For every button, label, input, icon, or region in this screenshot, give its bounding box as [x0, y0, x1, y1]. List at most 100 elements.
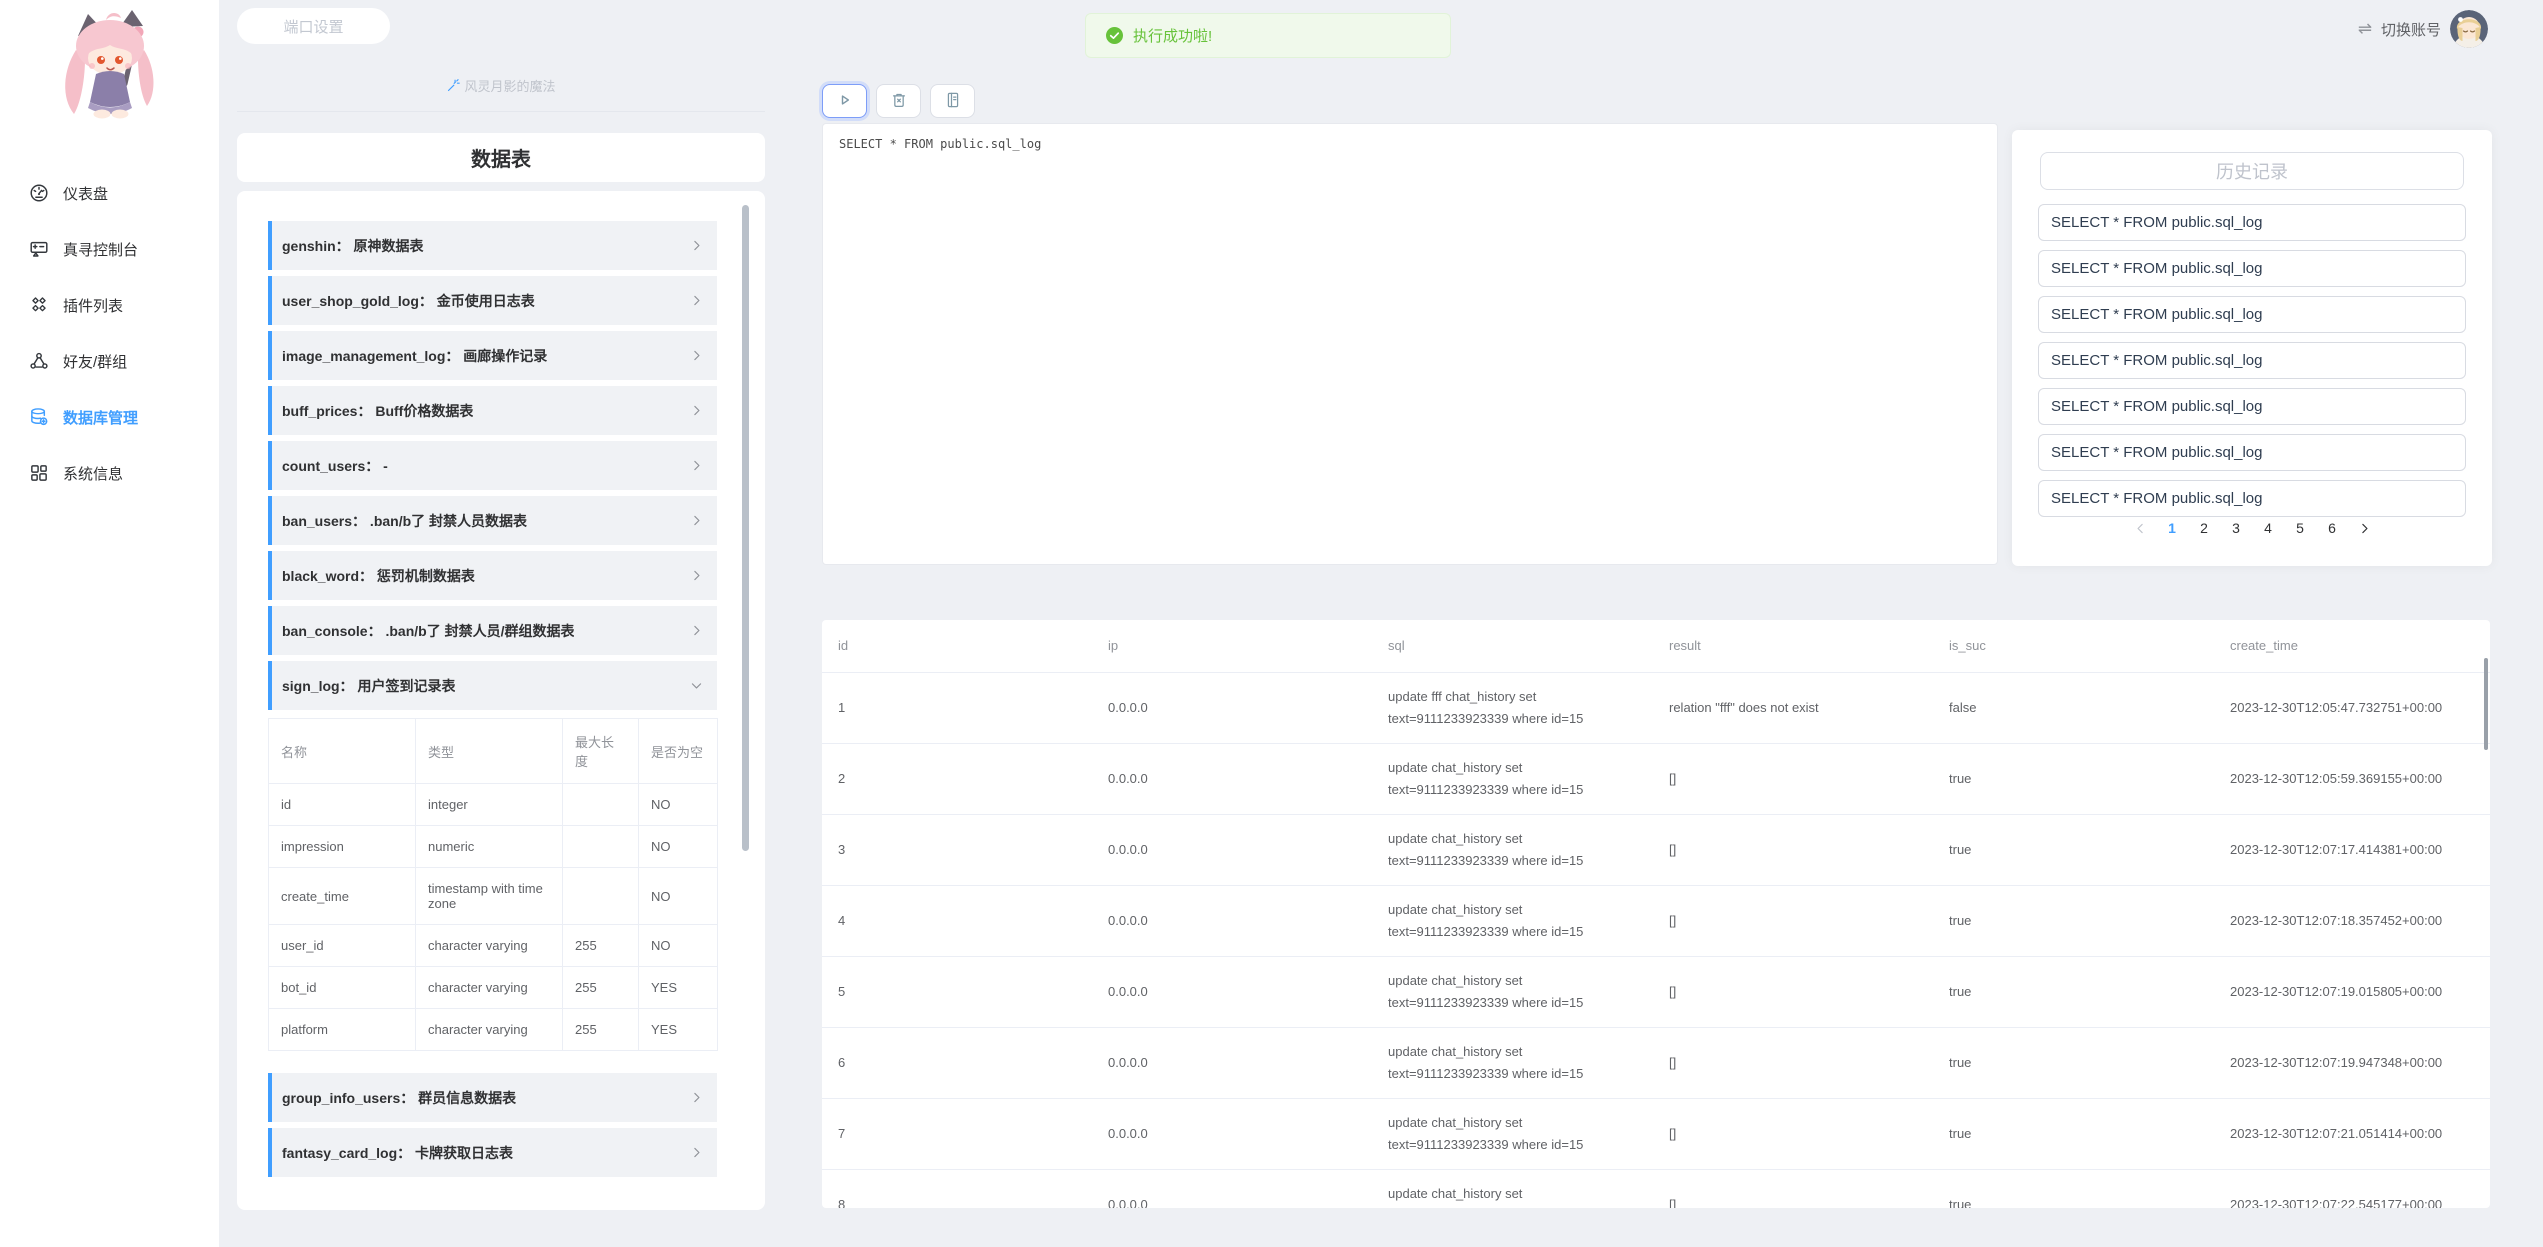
table-item[interactable]: genshin： 原神数据表 — [268, 221, 717, 270]
cell-is_suc: false — [1933, 672, 2214, 743]
friends-icon — [27, 349, 51, 373]
cell-sql: update chat_history set text=91112339233… — [1372, 743, 1653, 814]
cell-id: 7 — [822, 1098, 1092, 1169]
pagination-page-5[interactable]: 5 — [2284, 520, 2316, 536]
cell-create_time: 2023-12-30T12:07:18.357452+00:00 — [2214, 885, 2490, 956]
results-row[interactable]: 80.0.0.0update chat_history set text=911… — [822, 1169, 2490, 1208]
chevron-right-icon — [690, 1091, 703, 1104]
schema-cell — [563, 868, 639, 925]
table-item-label: user_shop_gold_log： 金币使用日志表 — [282, 291, 535, 311]
table-item[interactable]: sign_log： 用户签到记录表 — [268, 661, 717, 710]
cell-result: [] — [1653, 1169, 1933, 1208]
results-header-cell-create_time: create_time — [2214, 620, 2490, 672]
results-header-cell-sql: sql — [1372, 620, 1653, 672]
schema-header-cell: 名称 — [269, 719, 416, 784]
results-row[interactable]: 40.0.0.0update chat_history set text=911… — [822, 885, 2490, 956]
sidebar-item-system-info[interactable]: 系统信息 — [0, 445, 219, 501]
table-item[interactable]: ban_users： .ban/b了 封禁人员数据表 — [268, 496, 717, 545]
table-item[interactable]: user_shop_gold_log： 金币使用日志表 — [268, 276, 717, 325]
results-row[interactable]: 50.0.0.0update chat_history set text=911… — [822, 956, 2490, 1027]
table-item[interactable]: black_word： 惩罚机制数据表 — [268, 551, 717, 600]
divider — [237, 111, 765, 112]
history-item[interactable]: SELECT * FROM public.sql_log — [2038, 342, 2466, 379]
history-item[interactable]: SELECT * FROM public.sql_log — [2038, 434, 2466, 471]
results-row[interactable]: 60.0.0.0update chat_history set text=911… — [822, 1027, 2490, 1098]
table-item[interactable]: group_info_users： 群员信息数据表 — [268, 1073, 717, 1122]
table-item[interactable]: count_users： - — [268, 441, 717, 490]
copy-sql-button[interactable] — [930, 84, 975, 118]
table-item[interactable]: fantasy_card_log： 卡牌获取日志表 — [268, 1128, 717, 1177]
results-header-cell-is_suc: is_suc — [1933, 620, 2214, 672]
sidebar-item-plugins[interactable]: 插件列表 — [0, 277, 219, 333]
switch-account[interactable]: ⇌ 切换账号 — [2358, 9, 2488, 49]
cell-create_time: 2023-12-30T12:05:59.369155+00:00 — [2214, 743, 2490, 814]
schema-cell: numeric — [416, 826, 563, 868]
pagination-page-1[interactable]: 1 — [2156, 520, 2188, 536]
table-item-label: buff_prices： Buff价格数据表 — [282, 401, 473, 421]
results-row[interactable]: 10.0.0.0update fff chat_history set text… — [822, 672, 2490, 743]
cell-sql: update chat_history set text=91112339233… — [1372, 885, 1653, 956]
sidebar-item-dashboard[interactable]: 仪表盘 — [0, 165, 219, 221]
console-icon — [27, 237, 51, 261]
schema-header-cell: 是否为空 — [639, 719, 718, 784]
history-item[interactable]: SELECT * FROM public.sql_log — [2038, 480, 2466, 517]
pagination-page-2[interactable]: 2 — [2188, 520, 2220, 536]
cell-id: 1 — [822, 672, 1092, 743]
cell-id: 4 — [822, 885, 1092, 956]
cell-id: 6 — [822, 1027, 1092, 1098]
cell-create_time: 2023-12-30T12:07:21.051414+00:00 — [2214, 1098, 2490, 1169]
sidebar: 仪表盘真寻控制台插件列表好友/群组数据库管理系统信息 — [0, 0, 219, 1247]
pagination-next-icon[interactable] — [2348, 522, 2380, 535]
schema-header-cell: 类型 — [416, 719, 563, 784]
cell-result: [] — [1653, 1098, 1933, 1169]
results-row[interactable]: 20.0.0.0update chat_history set text=911… — [822, 743, 2490, 814]
table-item-label: black_word： 惩罚机制数据表 — [282, 566, 475, 586]
cell-sql: update chat_history set text=91112339233… — [1372, 1027, 1653, 1098]
table-item-label: ban_users： .ban/b了 封禁人员数据表 — [282, 511, 527, 531]
results-row[interactable]: 30.0.0.0update chat_history set text=911… — [822, 814, 2490, 885]
history-item[interactable]: SELECT * FROM public.sql_log — [2038, 388, 2466, 425]
table-item[interactable]: ban_console： .ban/b了 封禁人员/群组数据表 — [268, 606, 717, 655]
sidebar-item-friends-groups[interactable]: 好友/群组 — [0, 333, 219, 389]
schema-cell — [563, 784, 639, 826]
sidebar-item-console[interactable]: 真寻控制台 — [0, 221, 219, 277]
history-item[interactable]: SELECT * FROM public.sql_log — [2038, 204, 2466, 241]
cell-is_suc: true — [1933, 956, 2214, 1027]
cell-ip: 0.0.0.0 — [1092, 743, 1372, 814]
chevron-right-icon — [690, 569, 703, 582]
sidebar-menu: 仪表盘真寻控制台插件列表好友/群组数据库管理系统信息 — [0, 165, 219, 501]
cell-create_time: 2023-12-30T12:07:19.015805+00:00 — [2214, 956, 2490, 1027]
pagination-prev-icon[interactable] — [2124, 522, 2156, 535]
cell-sql: update chat_history set text=91112339233… — [1372, 814, 1653, 885]
play-icon — [835, 90, 855, 113]
results-row[interactable]: 70.0.0.0update chat_history set text=911… — [822, 1098, 2490, 1169]
run-sql-button[interactable] — [822, 84, 867, 118]
schema-cell: NO — [639, 826, 718, 868]
sidebar-item-label: 数据库管理 — [63, 407, 138, 428]
pagination-page-6[interactable]: 6 — [2316, 520, 2348, 536]
table-item[interactable]: image_management_log： 画廊操作记录 — [268, 331, 717, 380]
history-title: 历史记录 — [2216, 158, 2288, 184]
sidebar-item-label: 真寻控制台 — [63, 239, 138, 260]
user-avatar[interactable] — [2450, 10, 2488, 48]
tables-list-scrollbar[interactable] — [742, 205, 749, 851]
clear-sql-button[interactable] — [876, 84, 921, 118]
schema-cell: create_time — [269, 868, 416, 925]
results-header-cell-id: id — [822, 620, 1092, 672]
gauge-icon — [27, 181, 51, 205]
history-item[interactable]: SELECT * FROM public.sql_log — [2038, 250, 2466, 287]
magic-link[interactable]: 风灵月影的魔法 — [237, 76, 765, 95]
schema-cell: 255 — [563, 925, 639, 967]
chevron-right-icon — [690, 294, 703, 307]
table-item-label: fantasy_card_log： 卡牌获取日志表 — [282, 1143, 513, 1163]
history-item[interactable]: SELECT * FROM public.sql_log — [2038, 296, 2466, 333]
table-item[interactable]: buff_prices： Buff价格数据表 — [268, 386, 717, 435]
pagination-page-3[interactable]: 3 — [2220, 520, 2252, 536]
sql-editor[interactable]: SELECT * FROM public.sql_log — [822, 123, 1998, 565]
results-scrollbar[interactable] — [2484, 658, 2488, 750]
system-grid-icon — [27, 461, 51, 485]
sidebar-item-database[interactable]: 数据库管理 — [0, 389, 219, 445]
schema-row: create_timetimestamp with time zoneNO — [269, 868, 718, 925]
cell-ip: 0.0.0.0 — [1092, 956, 1372, 1027]
pagination-page-4[interactable]: 4 — [2252, 520, 2284, 536]
